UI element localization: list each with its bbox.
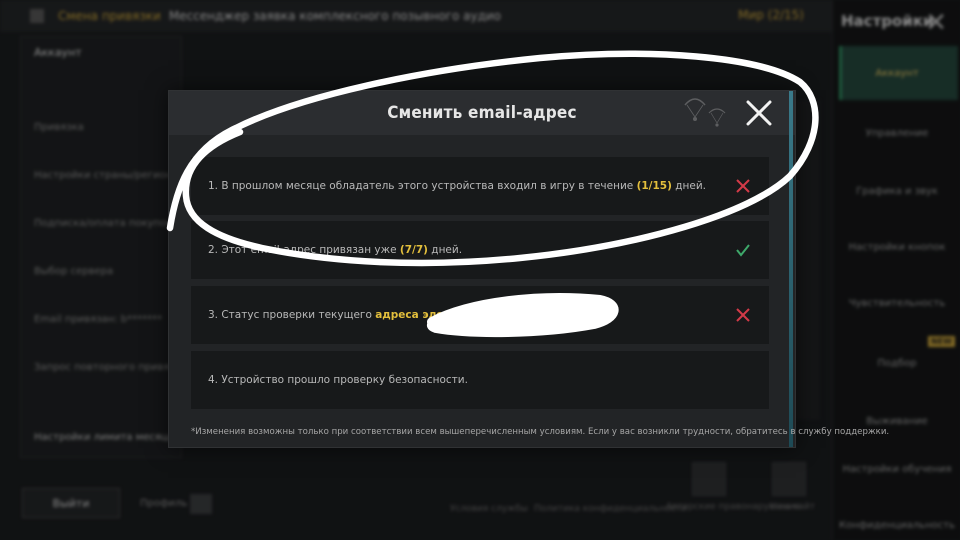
- change-email-dialog: Сменить email-адрес 1. В прошлом месяце …: [168, 90, 889, 448]
- close-icon[interactable]: [743, 97, 775, 129]
- condition-row-3: 3. Статус проверки текущего адреса элект…: [191, 286, 769, 344]
- condition-row-4: 4. Устройство прошло проверку безопаснос…: [191, 351, 769, 409]
- dialog-title: Сменить email-адрес: [387, 103, 577, 123]
- condition-text: 1. В прошлом месяце обладатель этого уст…: [208, 180, 707, 192]
- condition-row-1: 1. В прошлом месяце обладатель этого уст…: [191, 157, 769, 215]
- parachute-decoration-icon: [684, 98, 726, 127]
- check-icon: [736, 244, 750, 257]
- cross-icon: [736, 179, 750, 193]
- dialog-footnote: *Изменения возможны только при соответст…: [191, 427, 890, 437]
- condition-text: 3. Статус проверки текущего адреса элект…: [208, 309, 512, 321]
- condition-text: 2. Этот email-адрес привязан уже (7/7) д…: [208, 244, 463, 256]
- condition-row-2: 2. Этот email-адрес привязан уже (7/7) д…: [191, 221, 769, 279]
- condition-text: 4. Устройство прошло проверку безопаснос…: [208, 374, 468, 386]
- dialog-accent-edge: [789, 91, 793, 447]
- cross-icon: [736, 308, 750, 322]
